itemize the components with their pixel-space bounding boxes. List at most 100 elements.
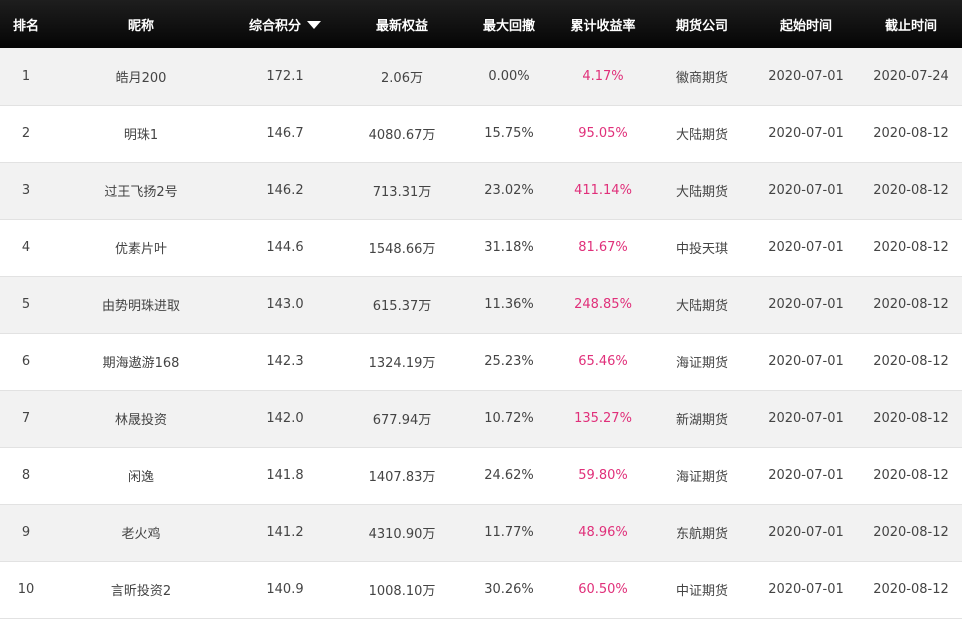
score-cell: 144.6 [230,218,340,276]
end-date-cell: 2020-08-12 [860,218,962,276]
table-row: 6 期海遨游168 142.3 1324.19万 25.23% 65.46% 海… [0,332,962,390]
rank-cell: 4 [0,218,52,276]
max-drawdown-cell: 31.18% [464,218,554,276]
rank-cell: 10 [0,560,52,619]
table-row: 9 老火鸡 141.2 4310.90万 11.77% 48.96% 东航期货 … [0,503,962,561]
table-row: 7 林晟投资 142.0 677.94万 10.72% 135.27% 新湖期货… [0,389,962,447]
cumulative-return-cell: 65.46% [554,332,652,390]
rank-cell: 6 [0,332,52,390]
company-cell: 大陆期货 [652,104,752,162]
company-cell: 新湖期货 [652,389,752,447]
ranking-table: 排名 昵称 综合积分 最新权益 最大回撤 累计收益率 期货公司 起始时间 截止时… [0,0,962,619]
table-row: 8 闲逸 141.8 1407.83万 24.62% 59.80% 海证期货 2… [0,446,962,504]
start-date-cell: 2020-07-01 [752,218,860,276]
table-row: 3 过王飞扬2号 146.2 713.31万 23.02% 411.14% 大陆… [0,161,962,219]
table-row: 2 明珠1 146.7 4080.67万 15.75% 95.05% 大陆期货 … [0,104,962,162]
equity-cell: 713.31万 [340,161,464,219]
end-date-cell: 2020-08-12 [860,389,962,447]
max-drawdown-cell: 23.02% [464,161,554,219]
table-body: 1 皓月200 172.1 2.06万 0.00% 4.17% 徽商期货 202… [0,48,962,619]
score-cell: 146.2 [230,161,340,219]
cumulative-return-cell: 248.85% [554,275,652,333]
header-equity: 最新权益 [375,18,428,34]
header-start-date: 起始时间 [779,18,832,34]
table-header: 排名 昵称 综合积分 最新权益 最大回撤 累计收益率 期货公司 起始时间 截止时… [0,0,962,48]
nickname-cell: 老火鸡 [52,503,230,561]
start-date-cell: 2020-07-01 [752,560,860,619]
rank-cell: 9 [0,503,52,561]
start-date-cell: 2020-07-01 [752,275,860,333]
table-row: 1 皓月200 172.1 2.06万 0.00% 4.17% 徽商期货 202… [0,48,962,105]
cumulative-return-cell: 81.67% [554,218,652,276]
start-date-cell: 2020-07-01 [752,503,860,561]
max-drawdown-cell: 15.75% [464,104,554,162]
end-date-cell: 2020-08-12 [860,161,962,219]
cumulative-return-cell: 48.96% [554,503,652,561]
rank-cell: 7 [0,389,52,447]
table-row: 5 由势明珠进取 143.0 615.37万 11.36% 248.85% 大陆… [0,275,962,333]
rank-cell: 2 [0,104,52,162]
header-company: 期货公司 [675,18,728,34]
equity-cell: 4310.90万 [340,503,464,561]
nickname-cell: 言昕投资2 [52,560,230,619]
score-cell: 146.7 [230,104,340,162]
rank-cell: 8 [0,446,52,504]
end-date-cell: 2020-08-12 [860,275,962,333]
company-cell: 海证期货 [652,332,752,390]
score-cell: 142.3 [230,332,340,390]
score-cell: 141.8 [230,446,340,504]
start-date-cell: 2020-07-01 [752,104,860,162]
end-date-cell: 2020-08-12 [860,104,962,162]
max-drawdown-cell: 25.23% [464,332,554,390]
equity-cell: 4080.67万 [340,104,464,162]
cumulative-return-cell: 60.50% [554,560,652,619]
header-nickname: 昵称 [127,18,154,34]
equity-cell: 1324.19万 [340,332,464,390]
nickname-cell: 期海遨游168 [52,332,230,390]
max-drawdown-cell: 30.26% [464,560,554,619]
rank-cell: 3 [0,161,52,219]
equity-cell: 1008.10万 [340,560,464,619]
max-drawdown-cell: 10.72% [464,389,554,447]
triangle-down-icon[interactable] [307,21,321,29]
start-date-cell: 2020-07-01 [752,389,860,447]
nickname-cell: 皓月200 [115,70,167,86]
nickname-cell: 明珠1 [52,104,230,162]
rank-cell: 1 [21,68,31,84]
company-cell: 中投天琪 [652,218,752,276]
table-row: 10 言昕投资2 140.9 1008.10万 30.26% 60.50% 中证… [0,560,962,619]
score-cell: 140.9 [230,560,340,619]
company-cell: 徽商期货 [675,70,728,86]
nickname-cell: 过王飞扬2号 [52,161,230,219]
cumulative-return-cell: 4.17% [582,68,624,84]
end-date-cell: 2020-08-12 [860,503,962,561]
company-cell: 大陆期货 [652,161,752,219]
max-drawdown-cell: 11.77% [464,503,554,561]
score-cell: 141.2 [230,503,340,561]
start-date-cell: 2020-07-01 [752,332,860,390]
max-drawdown-cell: 0.00% [488,68,530,84]
equity-cell: 2.06万 [381,70,423,86]
max-drawdown-cell: 24.62% [464,446,554,504]
table-row: 4 优素片叶 144.6 1548.66万 31.18% 81.67% 中投天琪… [0,218,962,276]
nickname-cell: 林晟投资 [52,389,230,447]
equity-cell: 615.37万 [340,275,464,333]
end-date-cell: 2020-08-12 [860,446,962,504]
cumulative-return-cell: 135.27% [554,389,652,447]
cumulative-return-cell: 95.05% [554,104,652,162]
header-score[interactable]: 综合积分 [230,0,340,48]
score-cell: 142.0 [230,389,340,447]
nickname-cell: 优素片叶 [52,218,230,276]
end-date-cell: 2020-08-12 [860,560,962,619]
header-end-date: 截止时间 [884,18,937,34]
company-cell: 中证期货 [652,560,752,619]
end-date-cell: 2020-08-12 [860,332,962,390]
equity-cell: 677.94万 [340,389,464,447]
max-drawdown-cell: 11.36% [464,275,554,333]
header-score-label: 综合积分 [248,18,301,34]
company-cell: 海证期货 [652,446,752,504]
start-date-cell: 2020-07-01 [768,68,844,84]
nickname-cell: 闲逸 [52,446,230,504]
start-date-cell: 2020-07-01 [752,161,860,219]
header-cumulative-return: 累计收益率 [570,18,636,34]
